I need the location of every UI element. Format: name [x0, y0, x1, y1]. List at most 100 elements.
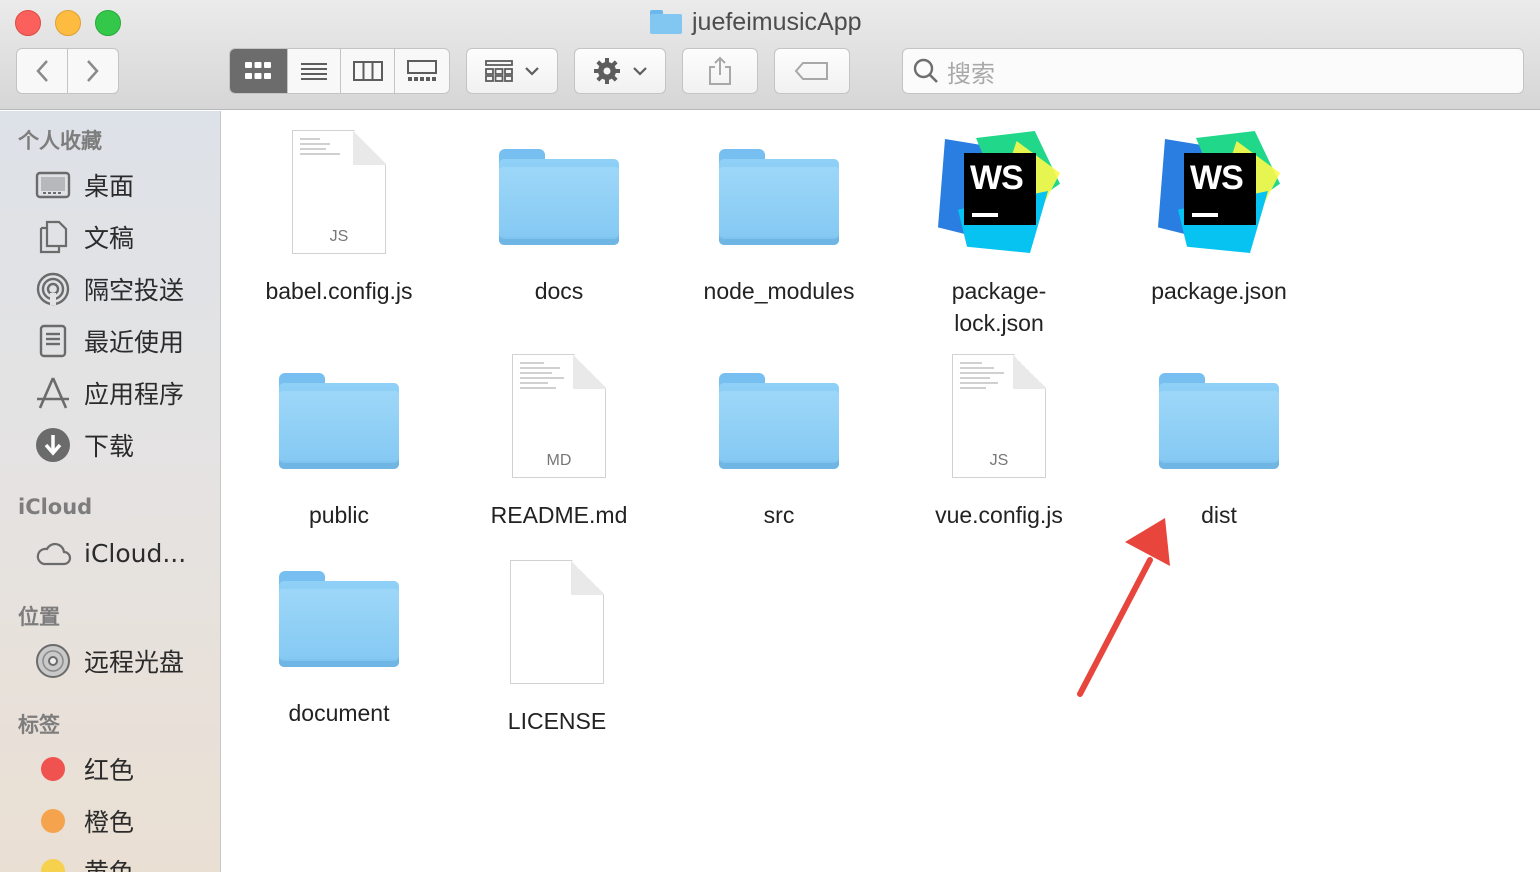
file-item[interactable]: LICENSE	[447, 557, 667, 737]
file-name: dist	[1201, 502, 1237, 528]
file-item[interactable]: JS babel.config.js	[229, 127, 449, 307]
minimize-button[interactable]	[55, 10, 81, 36]
sidebar-section-locations: 位置	[18, 605, 60, 629]
action-menu[interactable]	[574, 48, 666, 94]
tag-yellow-dot	[41, 859, 65, 872]
webstorm-icon: WS	[1154, 127, 1284, 257]
sidebar-item-tag-yellow[interactable]: 黄色	[34, 851, 134, 872]
sidebar: 个人收藏 桌面 文稿 隔空投送 最近使用 应用程序 下载 iCloud iClo…	[0, 111, 221, 872]
sidebar-item-downloads[interactable]: 下载	[34, 425, 134, 465]
finder-window: juefeimusicApp 搜索 个人收藏 桌面 文稿 隔空投送 最近使用 应…	[0, 0, 1540, 872]
close-button[interactable]	[15, 10, 41, 36]
file-item[interactable]: JS vue.config.js	[889, 351, 1109, 531]
sidebar-item-label: 桌面	[84, 172, 135, 201]
back-forward-group	[16, 48, 119, 94]
sidebar-item-tag-red[interactable]: 红色	[34, 749, 134, 789]
column-view-button[interactable]	[341, 49, 396, 93]
sidebar-section-tags: 标签	[18, 713, 60, 737]
file-name: vue.config.js	[935, 502, 1063, 528]
chevron-right-icon	[86, 60, 99, 82]
toolbar: juefeimusicApp 搜索	[0, 0, 1540, 110]
folder-item[interactable]: document	[229, 549, 449, 729]
folder-icon	[494, 127, 624, 257]
group-by-menu[interactable]	[466, 48, 558, 94]
file-name: LICENSE	[507, 708, 607, 734]
folder-item[interactable]: public	[229, 351, 449, 531]
sidebar-item-remote-disc[interactable]: 远程光盘	[34, 641, 184, 681]
folder-item[interactable]: docs	[449, 127, 669, 307]
zoom-button[interactable]	[95, 10, 121, 36]
gallery-view-button[interactable]	[395, 49, 449, 93]
sidebar-item-label: 应用程序	[84, 380, 185, 409]
documents-icon	[39, 220, 68, 254]
gear-icon	[594, 58, 620, 84]
window-title-text: juefeimusicApp	[692, 7, 862, 36]
folder-icon	[1154, 351, 1284, 481]
folder-icon	[714, 351, 844, 481]
file-item[interactable]: WS package.json	[1109, 127, 1329, 307]
folder-icon	[274, 351, 404, 481]
tag-orange-dot	[41, 809, 65, 833]
airdrop-icon	[36, 272, 70, 306]
sidebar-item-documents[interactable]: 文稿	[34, 217, 134, 257]
share-button[interactable]	[682, 48, 758, 94]
js-file-icon: JS	[274, 127, 404, 257]
sidebar-item-label: 隔空投送	[84, 276, 185, 305]
sidebar-item-label: 下载	[84, 432, 135, 461]
file-name: document	[288, 700, 390, 726]
gallery-icon	[407, 60, 438, 81]
file-ext-label: MD	[546, 452, 572, 469]
sidebar-item-label: 红色	[84, 756, 135, 785]
ws-badge-text: WS	[1190, 159, 1244, 197]
chevron-down-icon	[633, 67, 647, 76]
sidebar-item-applications[interactable]: 应用程序	[34, 373, 184, 413]
file-grid: JS babel.config.js docs node_modules WS …	[222, 111, 1540, 872]
forward-button[interactable]	[68, 49, 119, 93]
file-item[interactable]: WS package- lock.json	[889, 127, 1109, 339]
group-grid-icon	[485, 60, 513, 82]
list-view-button[interactable]	[288, 49, 342, 93]
webstorm-icon: WS	[934, 127, 1064, 257]
blank-file-icon	[492, 557, 622, 687]
desktop-icon	[35, 171, 71, 199]
edit-tags-button[interactable]	[774, 48, 850, 94]
file-name: node_modules	[703, 278, 855, 304]
sidebar-item-recents[interactable]: 最近使用	[34, 321, 184, 361]
sidebar-item-label: 文稿	[84, 224, 135, 253]
folder-item[interactable]: dist	[1109, 351, 1329, 531]
tag-icon	[794, 62, 828, 80]
ws-badge-text: WS	[970, 159, 1024, 197]
js-file-icon: JS	[934, 351, 1064, 481]
file-ext-label: JS	[329, 228, 349, 245]
tag-red-dot	[41, 757, 65, 781]
chevron-down-icon	[525, 67, 539, 76]
sidebar-item-label: 最近使用	[84, 328, 185, 357]
sidebar-item-tag-orange[interactable]: 橙色	[34, 801, 134, 841]
md-file-icon: MD	[494, 351, 624, 481]
file-name: src	[763, 502, 795, 528]
sidebar-item-icloud-drive[interactable]: iCloud...	[34, 533, 186, 573]
sidebar-item-airdrop[interactable]: 隔空投送	[34, 269, 184, 309]
folder-icon	[274, 549, 404, 679]
applications-icon	[37, 377, 69, 409]
list-icon	[301, 63, 328, 80]
sidebar-item-label: 远程光盘	[84, 648, 185, 677]
file-name: docs	[534, 278, 584, 304]
search-icon	[913, 58, 938, 83]
back-button[interactable]	[17, 49, 68, 93]
sidebar-item-label: 黄色	[84, 853, 134, 872]
sidebar-item-desktop[interactable]: 桌面	[34, 165, 134, 205]
recents-icon	[39, 324, 67, 358]
search-field[interactable]: 搜索	[902, 48, 1524, 94]
folder-icon	[650, 10, 682, 34]
sidebar-item-label: iCloud...	[84, 538, 187, 568]
search-placeholder: 搜索	[947, 59, 995, 88]
folder-item[interactable]: node_modules	[669, 127, 889, 307]
chevron-left-icon	[36, 60, 48, 82]
icon-view-button[interactable]	[230, 49, 288, 93]
file-item[interactable]: MD README.md	[449, 351, 669, 531]
folder-item[interactable]: src	[669, 351, 889, 531]
sidebar-section-favorites: 个人收藏	[18, 129, 102, 153]
file-name: package- lock.json	[951, 278, 1047, 336]
view-mode-group	[229, 48, 450, 94]
